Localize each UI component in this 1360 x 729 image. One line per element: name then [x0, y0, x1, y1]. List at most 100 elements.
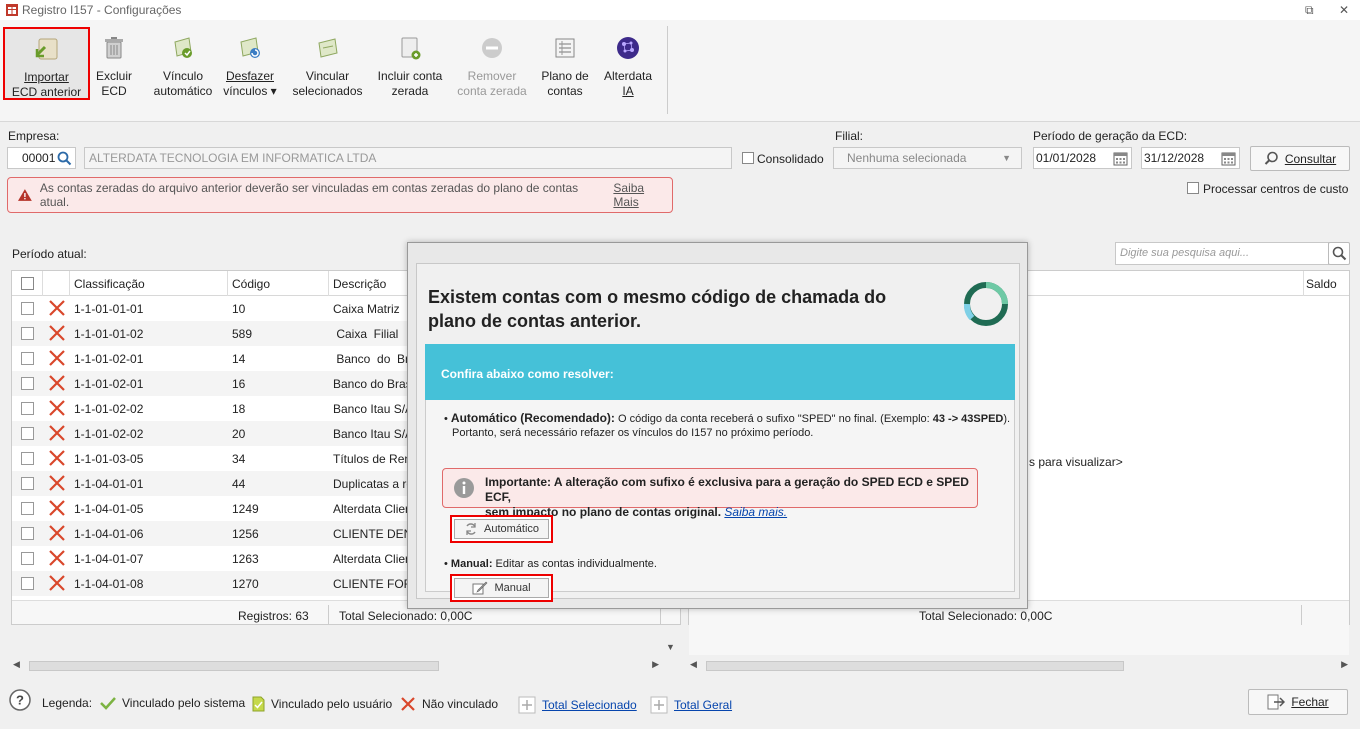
search-input[interactable]: Digite sua pesquisa aqui...: [1115, 242, 1329, 265]
search-button[interactable]: [1328, 242, 1350, 265]
processar-checkbox[interactable]: [1187, 182, 1199, 194]
help-icon[interactable]: ?: [9, 689, 31, 711]
undo-links-button[interactable]: Desfazer vínculos ▾: [220, 26, 280, 120]
cell-classificacao: 1-1-04-01-06: [74, 527, 144, 541]
conflict-dialog: Existem contas com o mesmo código de cha…: [407, 242, 1028, 609]
cell-codigo: 20: [232, 427, 246, 441]
restore-icon[interactable]: ⧉: [1305, 3, 1314, 18]
calendar-icon[interactable]: [1221, 151, 1236, 166]
select-all-checkbox[interactable]: [21, 277, 34, 290]
alterdata-ia-button[interactable]: Alterdata IA: [600, 26, 656, 120]
grid-hscrollbar[interactable]: ◀ ▶: [11, 658, 661, 674]
col-classificacao[interactable]: Classificação: [74, 277, 145, 291]
cell-descricao: Títulos de Ren: [333, 452, 412, 466]
manual-button[interactable]: Manual: [450, 574, 553, 602]
not-linked-icon: [49, 550, 65, 566]
cell-descricao: Duplicatas a re: [333, 477, 414, 491]
cell-classificacao: 1-1-01-03-05: [74, 452, 144, 466]
automatico-button[interactable]: Automático: [450, 515, 553, 543]
row-checkbox[interactable]: [21, 552, 34, 565]
cell-classificacao: 1-1-01-02-02: [74, 402, 144, 416]
col-codigo[interactable]: Código: [232, 277, 270, 291]
important-info: Importante: A alteração com sufixo é exc…: [442, 468, 978, 519]
user-doc-icon: [252, 696, 265, 712]
consultar-button[interactable]: Consultar: [1250, 146, 1350, 171]
link-selected-button[interactable]: Vincular selecionados: [290, 26, 365, 120]
scroll-down-icon[interactable]: ▼: [666, 642, 675, 652]
import-ecd-button[interactable]: Importar ECD anterior: [3, 27, 90, 100]
row-checkbox[interactable]: [21, 452, 34, 465]
scroll-left-icon[interactable]: ◀: [13, 659, 20, 670]
scroll-thumb[interactable]: [706, 661, 1124, 671]
total-selecionado-link[interactable]: Total Selecionado: [518, 696, 637, 714]
cell-classificacao: 1-1-01-02-01: [74, 377, 144, 391]
close-icon[interactable]: ✕: [1339, 3, 1349, 17]
scroll-right-icon[interactable]: ▶: [1341, 659, 1348, 670]
total-selecionado-right: Total Selecionado: 0,00C: [919, 609, 1053, 623]
cell-descricao: Caixa Matriz: [333, 302, 400, 316]
date-from-field[interactable]: 01/01/2028: [1033, 147, 1132, 169]
dialog-band: Confira abaixo como resolver:: [425, 344, 1015, 400]
fechar-button[interactable]: Fechar: [1248, 689, 1348, 715]
cell-descricao: Alterdata Clier: [333, 552, 410, 566]
saiba-mais-link[interactable]: Saiba Mais: [613, 181, 672, 209]
legend-nao: Não vinculado: [400, 696, 498, 712]
not-linked-icon: [49, 425, 65, 441]
cell-codigo: 44: [232, 477, 246, 491]
remove-zero-account-button[interactable]: Remover conta zerada: [456, 26, 528, 120]
row-checkbox[interactable]: [21, 502, 34, 515]
alterdata-logo-icon: [963, 282, 1008, 326]
delete-ecd-button[interactable]: Excluir ECD: [93, 26, 135, 120]
legend-label: Legenda:: [42, 696, 93, 710]
cell-codigo: 16: [232, 377, 246, 391]
col-descricao[interactable]: Descrição: [333, 277, 386, 291]
grid2-hscrollbar[interactable]: ◀ ▶: [688, 658, 1350, 674]
dialog-title: Existem contas com o mesmo código de cha…: [428, 287, 887, 331]
add-zero-account-button[interactable]: Incluir conta zerada: [374, 26, 446, 120]
processar-label: Processar centros de custo: [1203, 182, 1349, 196]
col-saldo[interactable]: Saldo: [1306, 277, 1337, 291]
row-checkbox[interactable]: [21, 327, 34, 340]
periodo-atual-label: Período atual:: [12, 247, 87, 261]
scroll-right-icon[interactable]: ▶: [652, 659, 659, 670]
legend-usuario: Vinculado pelo usuário: [252, 696, 392, 712]
ai-brain-icon: [617, 37, 639, 59]
not-linked-icon: [49, 400, 65, 416]
consolidado-checkbox[interactable]: [742, 152, 754, 164]
row-checkbox[interactable]: [21, 527, 34, 540]
total-selecionado-left: Total Selecionado: 0,00C: [339, 609, 473, 623]
row-checkbox[interactable]: [21, 302, 34, 315]
row-checkbox[interactable]: [21, 352, 34, 365]
check-icon: [100, 697, 116, 710]
search-icon[interactable]: [57, 151, 72, 166]
scroll-left-icon[interactable]: ◀: [690, 659, 697, 670]
saiba-mais-dialog-link[interactable]: Saiba mais.: [724, 505, 787, 519]
empresa-code-field[interactable]: 00001: [7, 147, 76, 169]
list-icon: [555, 38, 575, 58]
chart-of-accounts-button[interactable]: Plano de contas: [537, 26, 593, 120]
row-checkbox[interactable]: [21, 427, 34, 440]
auto-link-button[interactable]: Vínculo automático: [143, 26, 223, 120]
row-checkbox[interactable]: [21, 477, 34, 490]
cell-codigo: 34: [232, 452, 246, 466]
calendar-icon[interactable]: [1113, 151, 1128, 166]
filial-select[interactable]: Nenhuma selecionada ▼: [833, 147, 1022, 169]
cell-classificacao: 1-1-04-01-07: [74, 552, 144, 566]
date-to-field[interactable]: 31/12/2028: [1141, 147, 1240, 169]
refresh-icon: [466, 523, 476, 535]
cell-codigo: 1256: [232, 527, 259, 541]
total-geral-link[interactable]: Total Geral: [650, 696, 732, 714]
not-linked-icon: [49, 300, 65, 316]
cell-codigo: 18: [232, 402, 246, 416]
not-linked-icon: [49, 575, 65, 591]
cell-descricao: Alterdata Clier: [333, 502, 410, 516]
auto-link-icon: [174, 37, 192, 58]
row-checkbox[interactable]: [21, 577, 34, 590]
scroll-thumb[interactable]: [29, 661, 439, 671]
row-checkbox[interactable]: [21, 402, 34, 415]
undo-link-icon: [240, 37, 260, 58]
info-icon: [454, 478, 474, 498]
row-checkbox[interactable]: [21, 377, 34, 390]
not-linked-icon: [49, 375, 65, 391]
search-icon: [1332, 246, 1346, 261]
